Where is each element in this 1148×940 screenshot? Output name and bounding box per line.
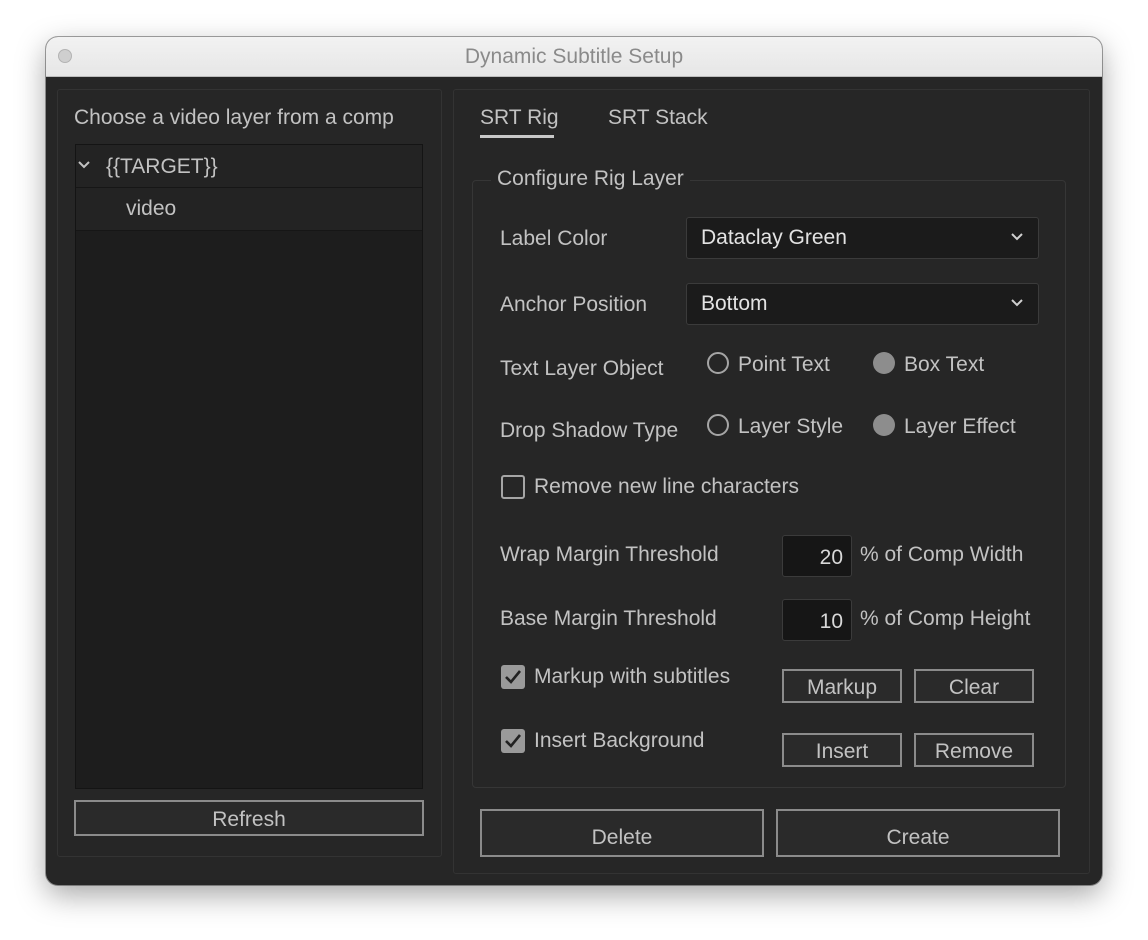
dropdown-value: Dataclay Green <box>701 226 847 249</box>
checkmark-icon <box>505 670 522 684</box>
box-text-radio[interactable] <box>873 352 895 374</box>
dialog-window: Dynamic Subtitle Setup Choose a video la… <box>46 37 1102 885</box>
base-margin-input[interactable]: 10 <box>782 599 852 641</box>
tab-srt-rig[interactable]: SRT Rig <box>480 106 559 130</box>
point-text-label[interactable]: Point Text <box>738 353 830 377</box>
refresh-button[interactable]: Refresh <box>74 800 424 836</box>
text-layer-object-label: Text Layer Object <box>500 357 664 380</box>
active-tab-indicator <box>480 135 554 138</box>
box-text-label[interactable]: Box Text <box>904 353 984 377</box>
markup-button[interactable]: Markup <box>782 669 902 703</box>
label-color-dropdown[interactable]: Dataclay Green <box>686 217 1039 259</box>
markup-checkbox[interactable] <box>501 665 525 689</box>
chevron-down-icon[interactable] <box>76 157 92 178</box>
base-margin-label: Base Margin Threshold <box>500 607 717 630</box>
tree-item-label: {{TARGET}} <box>106 155 218 178</box>
layer-effect-label[interactable]: Layer Effect <box>904 415 1016 439</box>
insert-background-checkbox[interactable] <box>501 729 525 753</box>
label-color-label: Label Color <box>500 227 608 250</box>
chevron-down-icon <box>1008 227 1026 250</box>
window-title: Dynamic Subtitle Setup <box>464 45 684 68</box>
layer-chooser-heading: Choose a video layer from a comp <box>74 106 394 129</box>
layer-style-label[interactable]: Layer Style <box>738 415 843 439</box>
remove-button[interactable]: Remove <box>914 733 1034 767</box>
layer-style-radio[interactable] <box>707 414 729 436</box>
group-title: Configure Rig Layer <box>491 167 690 191</box>
delete-button[interactable]: Delete <box>480 809 764 857</box>
wrap-margin-input[interactable]: 20 <box>782 535 852 577</box>
tree-row-target[interactable]: {{TARGET}} <box>76 145 422 188</box>
wrap-margin-unit: % of Comp Width <box>860 543 1024 566</box>
tree-item-label: video <box>126 197 177 220</box>
insert-background-label[interactable]: Insert Background <box>534 729 704 753</box>
wrap-margin-label: Wrap Margin Threshold <box>500 543 719 566</box>
checkmark-icon <box>505 734 522 748</box>
dropdown-value: Bottom <box>701 292 768 315</box>
remove-newlines-label[interactable]: Remove new line characters <box>534 475 799 499</box>
tree-row-video[interactable]: video <box>76 188 422 231</box>
anchor-position-label: Anchor Position <box>500 293 648 316</box>
layer-effect-radio[interactable] <box>873 414 895 436</box>
layer-tree[interactable]: {{TARGET}} video <box>75 144 423 789</box>
tab-srt-stack[interactable]: SRT Stack <box>608 106 708 130</box>
insert-button[interactable]: Insert <box>782 733 902 767</box>
chevron-down-icon <box>1008 293 1026 316</box>
clear-button[interactable]: Clear <box>914 669 1034 703</box>
create-button[interactable]: Create <box>776 809 1060 857</box>
markup-label[interactable]: Markup with subtitles <box>534 665 730 689</box>
drop-shadow-type-label: Drop Shadow Type <box>500 419 679 442</box>
remove-newlines-checkbox[interactable] <box>501 475 525 499</box>
point-text-radio[interactable] <box>707 352 729 374</box>
base-margin-unit: % of Comp Height <box>860 607 1031 630</box>
anchor-position-dropdown[interactable]: Bottom <box>686 283 1039 325</box>
title-bar[interactable]: Dynamic Subtitle Setup <box>46 37 1102 77</box>
